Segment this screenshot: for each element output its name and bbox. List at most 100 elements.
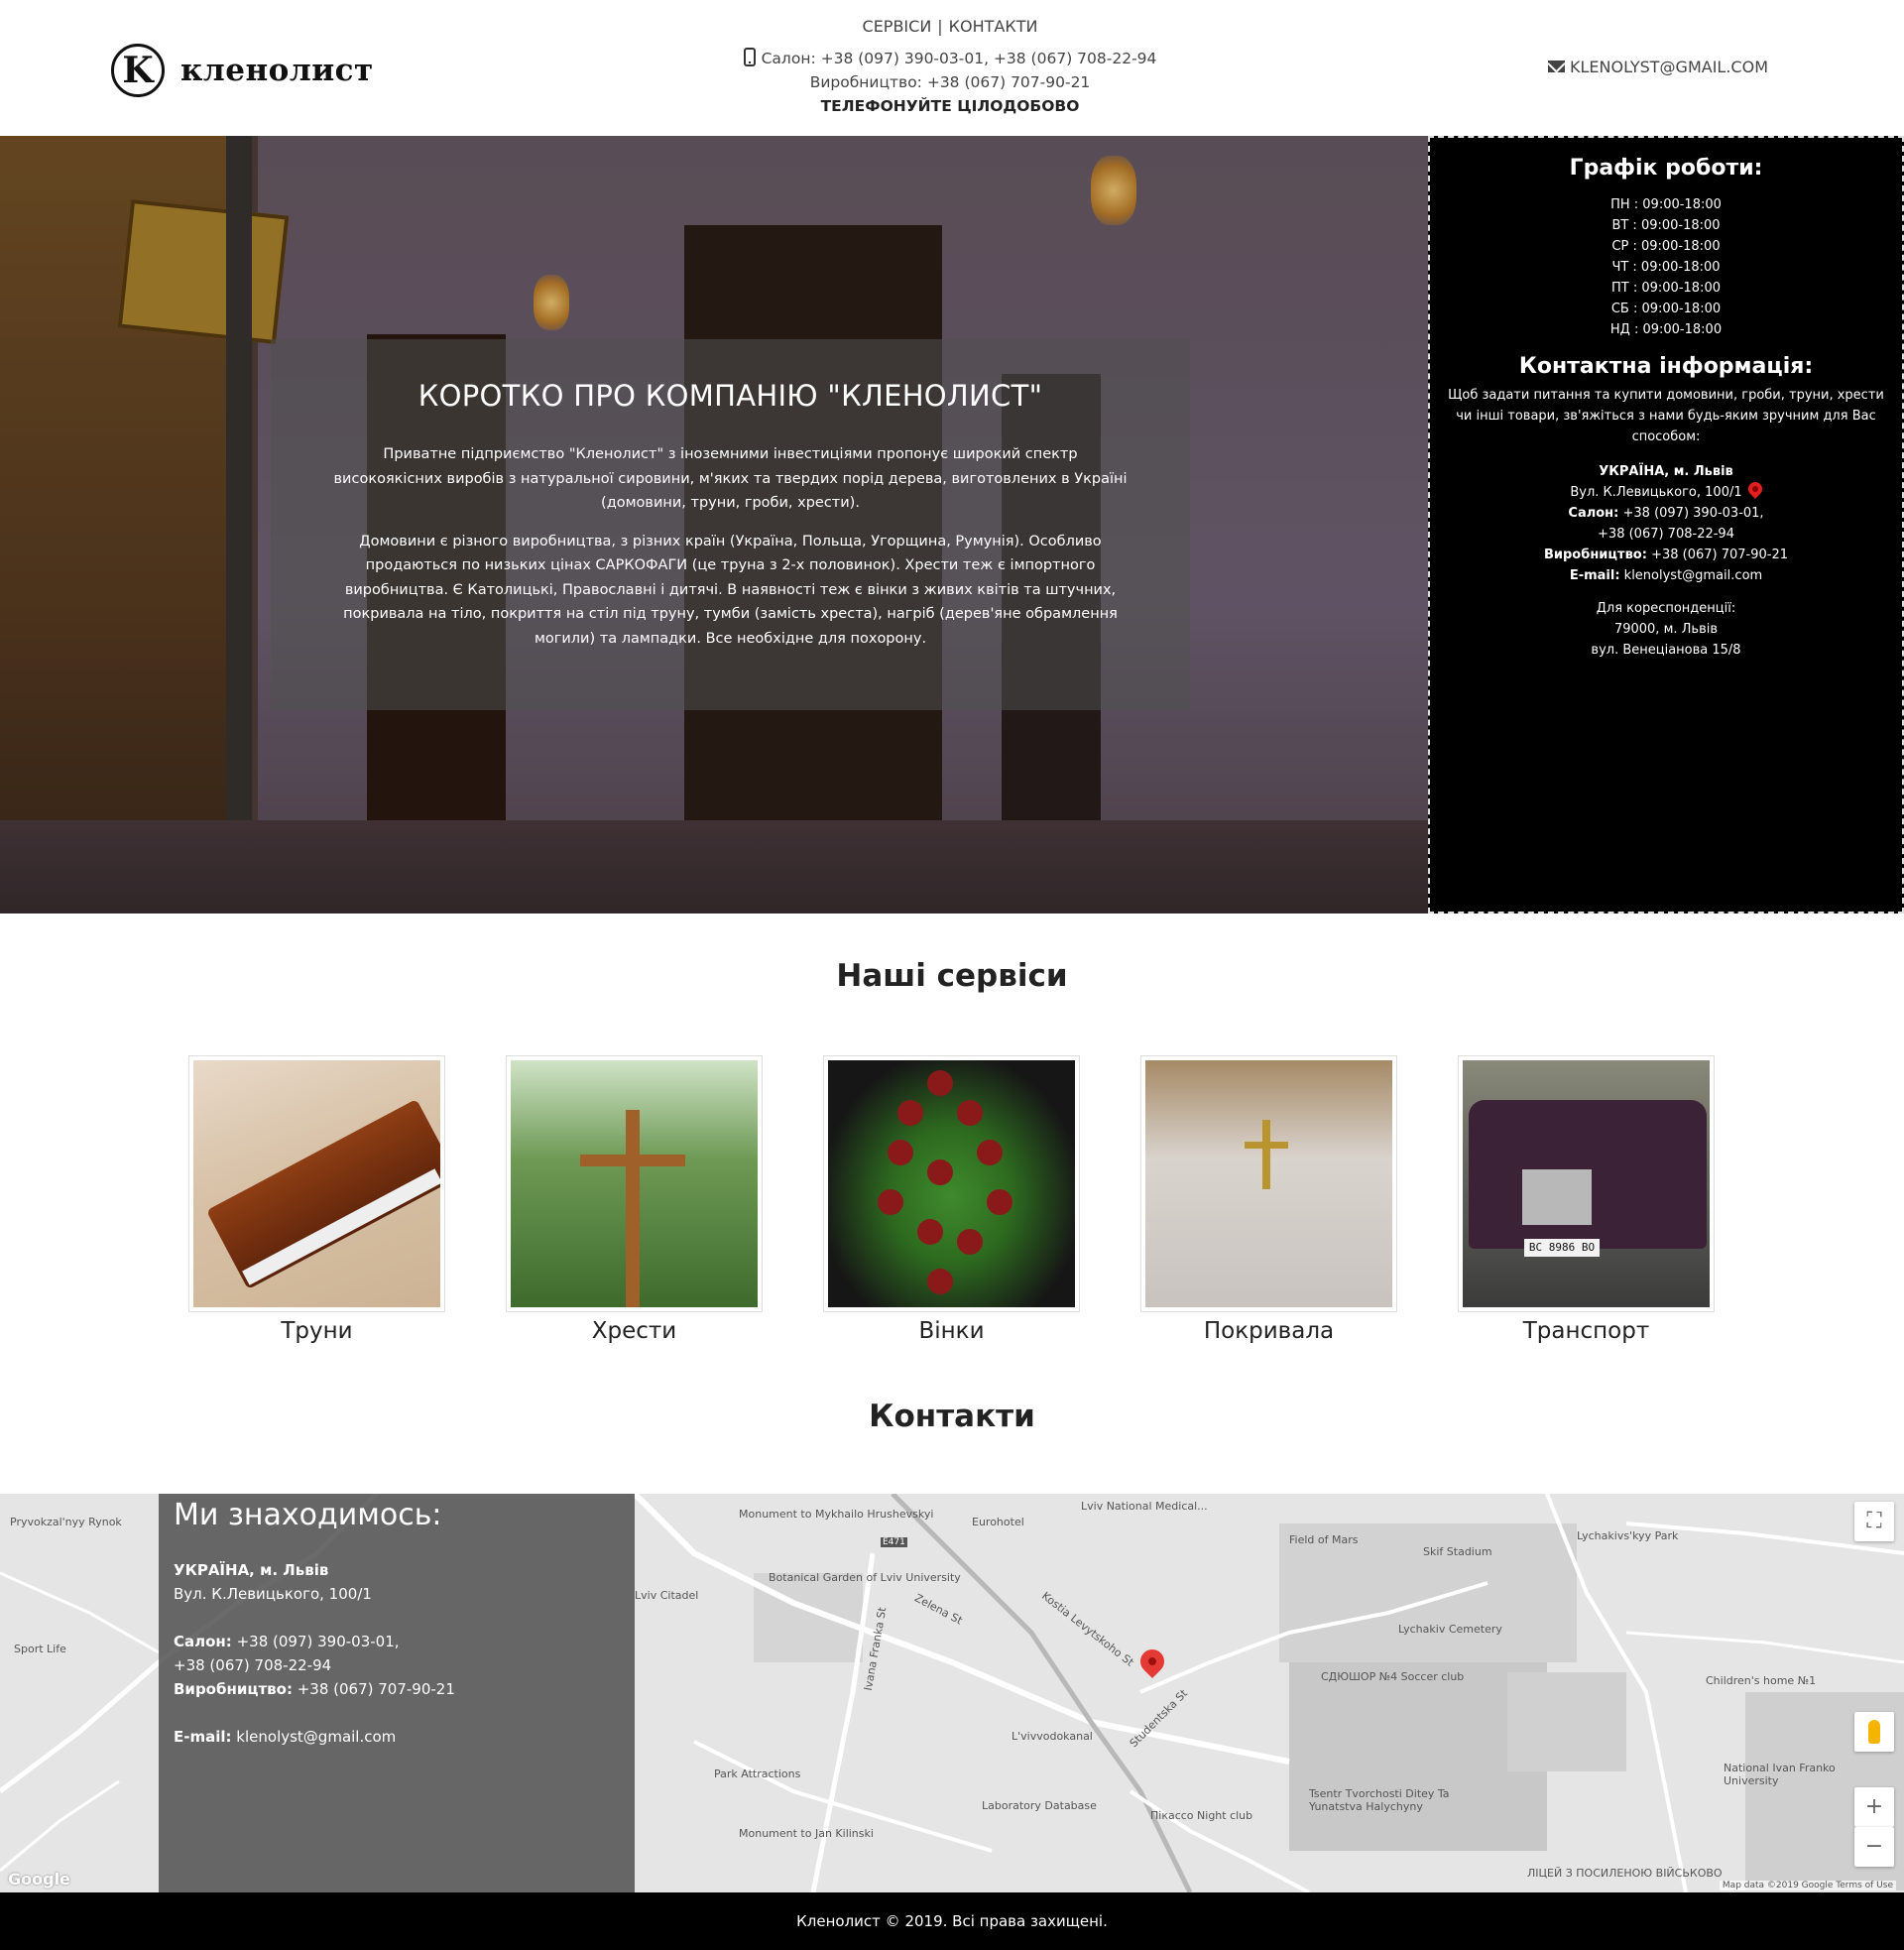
zoom-out-button[interactable]: − (1854, 1827, 1894, 1867)
contact-production-phone[interactable]: +38 (067) 707-90-21 (1651, 548, 1788, 562)
main-nav: СЕРВІСИ | КОНТАКТИ (653, 15, 1248, 39)
cross-image[interactable] (511, 1060, 758, 1307)
street-view-pegman-button[interactable] (1854, 1712, 1894, 1752)
nav-contacts-link[interactable]: КОНТАКТИ (949, 17, 1038, 36)
zoom-in-button[interactable]: + (1854, 1787, 1894, 1827)
contact-country-city-text: УКРАЇНА, м. Львів (1599, 464, 1733, 479)
call-24-7-note: ТЕЛЕФОНУЙТЕ ЦІЛОДОБОВО (820, 97, 1080, 115)
service-card-crosses[interactable]: Хрести (506, 1055, 763, 1344)
production-phone[interactable]: Виробництво: +38 (067) 707-90-21 (653, 70, 1248, 94)
coffin-image[interactable] (193, 1060, 440, 1307)
map-label: СДЮШОР №4 Soccer club (1321, 1670, 1465, 1683)
map-label: Monument to Mykhailo Hrushevskyi (739, 1508, 934, 1521)
fullscreen-button[interactable]: ⛶ (1854, 1502, 1894, 1541)
map-label: Lviv Citadel (635, 1589, 699, 1602)
services-title: Наші сервіси (836, 958, 1068, 994)
site-footer: Кленолист © 2019. Всі права захищені. (0, 1892, 1904, 1950)
contact-salon-phone-1[interactable]: +38 (097) 390-03-01, (1623, 506, 1764, 521)
service-card-wreaths[interactable]: Вінки (823, 1055, 1080, 1344)
location-email[interactable]: klenolyst@gmail.com (236, 1728, 396, 1746)
correspondence-city: 79000, м. Львів (1613, 622, 1719, 637)
map-label: National Ivan Franko University (1724, 1762, 1836, 1787)
map-label: Lychakivs'kyy Park (1577, 1529, 1679, 1542)
hearse-car-image[interactable]: BC 8986 BO (1463, 1060, 1710, 1307)
location-info-panel: Ми знаходимось: УКРАЇНА, м. Львів Вул. К… (159, 1494, 635, 1892)
map-label: Park Attractions (714, 1767, 801, 1780)
map-label: Skif Stadium (1423, 1545, 1492, 1558)
location-email-row: E-mail: klenolyst@gmail.com (174, 1725, 620, 1749)
logo[interactable]: K кленолист (111, 44, 374, 97)
wreath-image[interactable] (828, 1060, 1075, 1307)
cover-image[interactable] (1145, 1060, 1392, 1307)
google-logo[interactable]: Google (8, 1870, 70, 1889)
about-company-box: КОРОТКО ПРО КОМПАНІЮ "КЛЕНОЛИСТ" Приватн… (271, 339, 1190, 710)
contact-salon-label: Салон: (1568, 506, 1619, 521)
site-header: K кленолист СЕРВІСИ | КОНТАКТИ Салон: +38 … (0, 0, 1904, 136)
service-card-coffins[interactable]: Труни (188, 1055, 445, 1344)
map-label: L'vivvodokanal (1012, 1730, 1093, 1743)
salon-phones[interactable]: Салон: +38 (097) 390-03-01, +38 (067) 70… (762, 50, 1157, 67)
correspondence-label: Для кореспонденції: (1596, 601, 1736, 616)
map-label: Lviv National Medical... (1081, 1500, 1208, 1513)
map-label: Tsentr Tvorchosti Ditey Ta Yunatstva Hal… (1309, 1787, 1450, 1813)
contact-address-row: Вул. К.Левицького, 100/1 (1430, 479, 1902, 503)
google-map[interactable]: Lviv National Medical... Monument to Myk… (0, 1494, 1904, 1892)
service-card-transport[interactable]: BC 8986 BO Транспорт (1458, 1055, 1715, 1344)
schedule-title: Графік роботи: (1569, 156, 1763, 181)
nav-separator: | (937, 17, 943, 36)
schedule-day: СР : 09:00-18:00 (1611, 239, 1721, 254)
contact-salon-phone-2[interactable]: +38 (067) 708-22-94 (1430, 524, 1902, 545)
road-shield: E471 (881, 1537, 907, 1547)
header-contacts: СЕРВІСИ | КОНТАКТИ Салон: +38 (097) 390-03… (653, 15, 1248, 118)
map-label: Lychakiv Cemetery (1398, 1623, 1502, 1636)
map-terms[interactable]: Map data ©2019 Google Terms of Use (1719, 1881, 1896, 1890)
car-plate: BC 8986 BO (1524, 1239, 1600, 1257)
service-label[interactable]: Транспорт (1458, 1318, 1715, 1344)
schedule-day: НД : 09:00-18:00 (1609, 322, 1723, 337)
header-email[interactable]: KLENOLYST@GMAIL.COM (1547, 58, 1768, 76)
logo-mark: K (111, 44, 165, 97)
map-label: Pryvokzal'nyy Rynok (10, 1516, 122, 1528)
location-salon-phone-1[interactable]: +38 (097) 390-03-01, (237, 1633, 400, 1650)
service-image-frame[interactable] (823, 1055, 1080, 1312)
location-salon-row: Салон: +38 (097) 390-03-01, (174, 1630, 620, 1653)
map-pin-icon[interactable] (1744, 479, 1765, 499)
location-email-label: E-mail: (174, 1728, 232, 1746)
service-image-frame[interactable]: BC 8986 BO (1458, 1055, 1715, 1312)
service-label[interactable]: Покривала (1140, 1318, 1397, 1344)
service-label[interactable]: Хрести (506, 1318, 763, 1344)
service-card-covers[interactable]: Покривала (1140, 1055, 1397, 1344)
pegman-icon (1868, 1720, 1880, 1744)
schedule-list: ПН : 09:00-18:00 ВТ : 09:00-18:00 СР : 0… (1430, 194, 1902, 340)
location-production-label: Виробництво: (174, 1680, 293, 1698)
about-paragraph-2: Домовини є різного виробництва, з різних… (343, 533, 1118, 647)
service-image-frame[interactable] (1140, 1055, 1397, 1312)
contact-email-row: E-mail: klenolyst@gmail.com (1430, 565, 1902, 586)
contact-salon-row: Салон: +38 (097) 390-03-01, (1430, 503, 1902, 524)
location-title: Ми знаходимось: (174, 1498, 442, 1532)
location-salon-phone-2[interactable]: +38 (067) 708-22-94 (174, 1653, 620, 1677)
correspondence-block: Для кореспонденції: 79000, м. Львів вул.… (1430, 598, 1902, 661)
service-image-frame[interactable] (506, 1055, 763, 1312)
map-label: ЛІЦЕЙ З ПОСИЛЕНОЮ ВІЙСЬКОВО (1527, 1867, 1723, 1880)
about-title: КОРОТКО ПРО КОМПАНІЮ "КЛЕНОЛИСТ" (417, 379, 1043, 413)
nav-services-link[interactable]: СЕРВІСИ (863, 17, 932, 36)
header-email-text[interactable]: KLENOLYST@GMAIL.COM (1570, 58, 1768, 76)
location-address: Вул. К.Левицького, 100/1 (174, 1585, 372, 1603)
mobile-phone-icon (743, 48, 756, 66)
location-production-phone[interactable]: +38 (067) 707-90-21 (298, 1680, 455, 1698)
contact-production-label: Виробництво: (1543, 548, 1647, 562)
map-label: Children's home №1 (1706, 1674, 1817, 1687)
contact-country-city: УКРАЇНА, м. Львів (1430, 461, 1902, 482)
contact-email[interactable]: klenolyst@gmail.com (1624, 568, 1763, 583)
map-label: Laboratory Database (982, 1799, 1097, 1812)
contact-email-label: E-mail: (1569, 568, 1620, 583)
logo-text: кленолист (180, 53, 374, 88)
location-production-row: Виробництво: +38 (067) 707-90-21 (174, 1677, 620, 1701)
service-label[interactable]: Вінки (823, 1318, 1080, 1344)
salon-phones-row: Салон: +38 (097) 390-03-01, +38 (067) 70… (653, 47, 1248, 70)
service-image-frame[interactable] (188, 1055, 445, 1312)
service-label[interactable]: Труни (188, 1318, 445, 1344)
